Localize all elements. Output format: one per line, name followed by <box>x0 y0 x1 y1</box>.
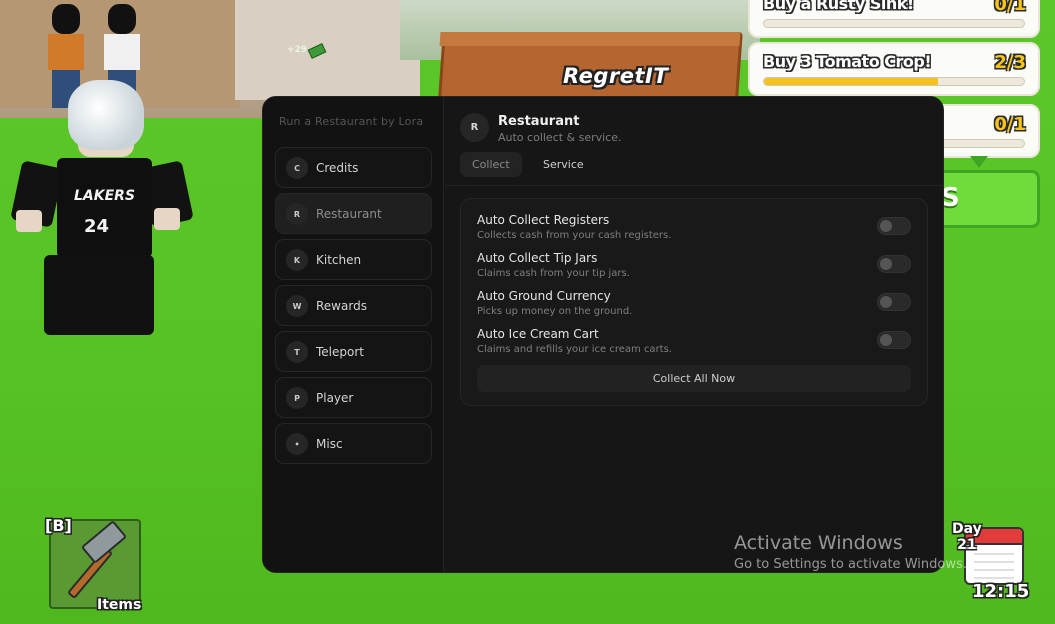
quest-count: 0/1 <box>994 0 1026 15</box>
nav-badge-icon: • <box>286 433 308 455</box>
sidebar-item-rewards[interactable]: W Rewards <box>275 285 432 326</box>
cash-float-text: +29 <box>287 45 308 55</box>
nav-badge-icon: C <box>286 157 308 179</box>
nav-badge-icon: R <box>286 203 308 225</box>
script-hub-window: Run a Restaurant by Lora C Credits R Res… <box>262 96 944 573</box>
day-label: Day <box>952 521 982 537</box>
auto-collect-registers-toggle[interactable] <box>877 217 911 235</box>
restaurant-sign: RegretIT <box>563 64 669 88</box>
jersey-text: LAKERS <box>74 188 136 204</box>
setting-title: Auto Ground Currency <box>477 289 611 303</box>
nav-badge-icon: P <box>286 387 308 409</box>
section-badge-icon: R <box>460 113 489 142</box>
avatar-hair <box>68 80 144 150</box>
sidebar-item-label: Kitchen <box>316 253 362 267</box>
sidebar-item-restaurant[interactable]: R Restaurant <box>275 193 432 234</box>
setting-title: Auto Collect Tip Jars <box>477 251 598 265</box>
auto-collect-tip-jars-toggle[interactable] <box>877 255 911 273</box>
sidebar-item-player[interactable]: P Player <box>275 377 432 418</box>
setting-title: Auto Ice Cream Cart <box>477 327 599 341</box>
hub-brand: Run a Restaurant by Lora <box>279 115 424 128</box>
setting-row: Auto Ground Currency Picks up money on t… <box>477 289 911 323</box>
quest-progress-bar <box>763 19 1025 28</box>
sidebar-item-label: Rewards <box>316 299 367 313</box>
player-avatar: LAKERS 24 <box>10 80 194 340</box>
sidebar-item-label: Teleport <box>316 345 364 359</box>
sidebar-item-teleport[interactable]: T Teleport <box>275 331 432 372</box>
nav-badge-icon: K <box>286 249 308 271</box>
sidebar-item-label: Credits <box>316 161 359 175</box>
setting-row: Auto Ice Cream Cart Claims and refills y… <box>477 327 911 361</box>
setting-description: Claims and refills your ice cream carts. <box>477 344 672 355</box>
collect-all-now-button[interactable]: Collect All Now <box>477 365 911 392</box>
auto-ice-cream-cart-toggle[interactable] <box>877 331 911 349</box>
avatar-hand-right <box>154 208 180 230</box>
quest-count: 0/1 <box>994 114 1026 135</box>
quest-count: 2/3 <box>994 52 1026 73</box>
sidebar: Run a Restaurant by Lora C Credits R Res… <box>263 97 444 572</box>
jersey-number: 24 <box>84 216 110 237</box>
claim-arrow-icon <box>970 156 988 168</box>
setting-row: Auto Collect Registers Collects cash fro… <box>477 213 911 247</box>
quest-card: Buy a Rusty Sink! 0/1 <box>748 0 1040 38</box>
sidebar-item-label: Misc <box>316 437 343 451</box>
quest-title: Buy a Rusty Sink! <box>763 0 914 13</box>
section-header: R Restaurant Auto collect & service. Col… <box>445 97 943 186</box>
quest-title: Buy 3 Tomato Crop! <box>763 52 932 71</box>
settings-card: Auto Collect Registers Collects cash fro… <box>460 198 928 406</box>
toggle-knob <box>880 220 892 232</box>
section-subtitle: Auto collect & service. <box>498 131 622 144</box>
tab-collect[interactable]: Collect <box>460 152 522 177</box>
sidebar-item-label: Restaurant <box>316 207 382 221</box>
sidebar-item-kitchen[interactable]: K Kitchen <box>275 239 432 280</box>
setting-description: Collects cash from your cash registers. <box>477 230 672 241</box>
quest-progress-bar <box>763 77 1025 86</box>
sidebar-item-label: Player <box>316 391 354 405</box>
sidebar-item-misc[interactable]: • Misc <box>275 423 432 464</box>
hotbar-item-label: Items <box>97 597 142 613</box>
tab-service[interactable]: Service <box>531 152 596 177</box>
nav-badge-icon: W <box>286 295 308 317</box>
quest-progress-fill <box>764 78 939 85</box>
avatar-hand-left <box>16 210 42 232</box>
section-title: Restaurant <box>498 114 580 129</box>
toggle-knob <box>880 296 892 308</box>
setting-row: Auto Collect Tip Jars Claims cash from y… <box>477 251 911 285</box>
toggle-knob <box>880 334 892 346</box>
building-floor <box>235 0 420 100</box>
day-number: 21 <box>957 537 977 553</box>
quest-claim-button[interactable]: S <box>930 170 1040 228</box>
counter-top <box>439 32 741 46</box>
quest-card: Buy 3 Tomato Crop! 2/3 <box>748 42 1040 96</box>
sidebar-item-credits[interactable]: C Credits <box>275 147 432 188</box>
setting-title: Auto Collect Registers <box>477 213 610 227</box>
hotbar-key-hint: [B] <box>45 516 72 535</box>
nav-badge-icon: T <box>286 341 308 363</box>
auto-ground-currency-toggle[interactable] <box>877 293 911 311</box>
day-indicator: Day 21 <box>952 521 982 553</box>
avatar-legs <box>44 255 154 335</box>
setting-description: Picks up money on the ground. <box>477 306 633 317</box>
toggle-knob <box>880 258 892 270</box>
avatar-torso <box>57 158 152 258</box>
game-clock: 12:15 <box>972 581 1030 602</box>
setting-description: Claims cash from your tip jars. <box>477 268 630 279</box>
